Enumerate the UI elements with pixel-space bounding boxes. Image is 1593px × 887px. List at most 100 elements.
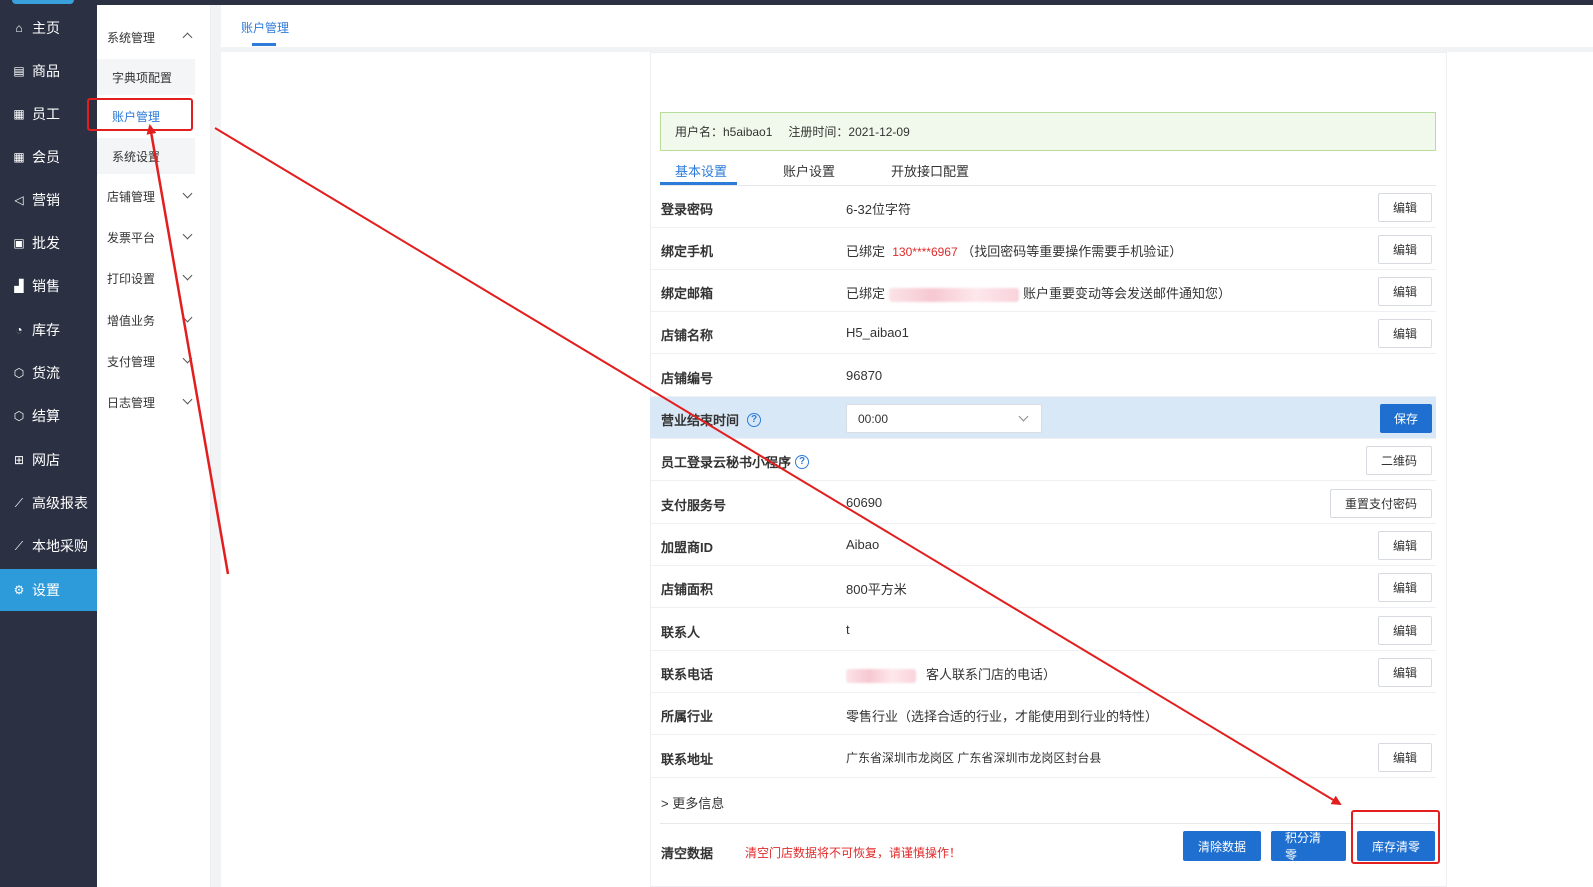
nav-item-logistics[interactable]: ⬡ 货流 <box>0 352 97 394</box>
contact-phone-hint: 客人联系门店的电话） <box>926 667 1057 682</box>
chevron-down-icon <box>182 229 193 240</box>
chevron-down-icon <box>182 270 193 281</box>
nav-item-wholesale[interactable]: ▣ 批发 <box>0 222 97 264</box>
account-info-bar: 用户名：h5aibao1 注册时间：2021-12-09 <box>660 112 1436 151</box>
nav-item-marketing[interactable]: ◁ 营销 <box>0 179 97 221</box>
tab-account-management[interactable]: 账户管理 <box>241 19 289 36</box>
nav-label: 货流 <box>32 365 60 381</box>
nav-label: 销售 <box>32 278 60 294</box>
tab-underline <box>660 182 737 185</box>
redacted-phone <box>846 668 916 683</box>
member-icon: ▦ <box>13 150 25 164</box>
row-shop-area: 店铺面积 800平方米 编辑 <box>650 566 1436 608</box>
submenu-item-dict-config[interactable]: 字典项配置 <box>97 59 195 95</box>
row-label: 所属行业 <box>661 709 714 724</box>
row-label: 员工登录云秘书小程序? <box>661 452 810 471</box>
row-label-text: 营业结束时间 <box>661 413 740 428</box>
nav-label: 批发 <box>32 235 60 251</box>
nav-item-webshop[interactable]: ⊞ 网店 <box>0 439 97 481</box>
row-value: 客人联系门店的电话） <box>846 664 1056 683</box>
tab-account-settings[interactable]: 账户设置 <box>783 161 835 180</box>
submenu-group-system[interactable]: 系统管理 <box>97 19 211 55</box>
clear-data-button[interactable]: 清除数据 <box>1183 831 1261 861</box>
row-value: 已绑定 账户重要变动等会发送邮件通知您） <box>846 283 1231 302</box>
nav-label: 主页 <box>32 20 60 36</box>
more-info-label: 更多信息 <box>672 796 725 811</box>
row-value: 60690 <box>846 495 883 510</box>
row-label-text: 员工登录云秘书小程序 <box>661 455 792 470</box>
nav-item-inventory[interactable]: ◔ 库存 <box>0 309 97 351</box>
nav-item-staff[interactable]: ▦ 员工 <box>0 93 97 135</box>
edit-password-button[interactable]: 编辑 <box>1377 193 1432 222</box>
save-close-time-button[interactable]: 保存 <box>1379 404 1432 433</box>
nav-item-reports[interactable]: ⟋ 高级报表 <box>0 482 97 524</box>
edit-phone-button[interactable]: 编辑 <box>1377 235 1432 264</box>
submenu-group-print[interactable]: 打印设置 <box>97 260 211 296</box>
tab-basic-settings[interactable]: 基本设置 <box>675 161 727 180</box>
submenu-item-system-settings[interactable]: 系统设置 <box>97 138 195 174</box>
edit-franchise-button[interactable]: 编辑 <box>1377 531 1432 560</box>
edit-area-button[interactable]: 编辑 <box>1377 573 1432 602</box>
nav-item-home[interactable]: ⌂ 主页 <box>0 7 97 49</box>
tab-underline <box>252 43 276 46</box>
nav-item-member[interactable]: ▦ 会员 <box>0 136 97 178</box>
edit-address-button[interactable]: 编辑 <box>1377 743 1432 772</box>
gear-icon: ⚙ <box>13 583 25 597</box>
submenu-item-account[interactable]: 账户管理 <box>97 98 195 134</box>
bind-status: 已绑定 <box>846 286 886 301</box>
clear-data-warning: 清空门店数据将不可恢复，请谨慎操作！ <box>745 846 962 860</box>
divider <box>660 823 1436 824</box>
help-icon[interactable]: ? <box>747 412 762 427</box>
nav-item-sales[interactable]: ▟ 销售 <box>0 265 97 307</box>
row-industry: 所属行业 零售行业（选择合适的行业，才能使用到行业的特性） <box>650 693 1436 735</box>
more-info-toggle[interactable]: > 更多信息 <box>661 793 724 812</box>
clear-points-button[interactable]: 积分清零 <box>1271 831 1346 862</box>
nav-item-settings[interactable]: ⚙ 设置 <box>0 569 97 611</box>
clear-stock-button[interactable]: 库存清零 <box>1357 831 1435 861</box>
help-icon[interactable]: ? <box>795 454 810 469</box>
nav-label: 员工 <box>32 106 60 122</box>
reset-pay-password-button[interactable]: 重置支付密码 <box>1329 489 1432 518</box>
submenu-group-shop[interactable]: 店铺管理 <box>97 178 211 214</box>
nav-item-purchase[interactable]: ⟋ 本地采购 <box>0 525 97 567</box>
chevron-down-icon <box>182 312 193 323</box>
nav-item-goods[interactable]: ▤ 商品 <box>0 50 97 92</box>
submenu-group-label: 增值业务 <box>107 313 156 328</box>
edit-contact-button[interactable]: 编辑 <box>1377 616 1432 645</box>
edit-shop-name-button[interactable]: 编辑 <box>1377 319 1432 348</box>
submenu-group-log[interactable]: 日志管理 <box>97 384 211 420</box>
row-mini-program: 员工登录云秘书小程序? 二维码 <box>650 439 1436 481</box>
row-label: 店铺面积 <box>661 582 714 597</box>
nav-label: 结算 <box>32 408 60 424</box>
submenu-group-payment[interactable]: 支付管理 <box>97 343 211 379</box>
submenu-item-label: 系统设置 <box>112 149 161 164</box>
app-root: ⌂ 主页 ▤ 商品 ▦ 员工 ▦ 会员 ◁ 营销 ▣ 批发 ▟ 销售 ◔ 库存 ⬡ 货流 ⬡ 结算 … <box>0 0 1593 887</box>
qr-code-button[interactable]: 二维码 <box>1365 446 1432 475</box>
chevron-right-icon: > <box>661 796 669 811</box>
row-bind-phone: 绑定手机 已绑定 130****6967 （找回密码等重要操作需要手机验证） 编… <box>650 228 1436 270</box>
edit-email-button[interactable]: 编辑 <box>1377 277 1432 306</box>
nav-label: 营销 <box>32 192 60 208</box>
row-value: 零售行业（选择合适的行业，才能使用到行业的特性） <box>846 709 1159 724</box>
row-label: 营业结束时间? <box>661 410 762 429</box>
tab-open-api[interactable]: 开放接口配置 <box>891 161 969 180</box>
logo <box>12 0 74 4</box>
submenu-group-value-added[interactable]: 增值业务 <box>97 302 211 338</box>
row-value: 广东省深圳市龙岗区 广东省深圳市龙岗区封台县 <box>846 751 1102 765</box>
chevron-down-icon <box>182 353 193 364</box>
row-payment-number: 支付服务号 60690 重置支付密码 <box>650 482 1436 524</box>
edit-contact-phone-button[interactable]: 编辑 <box>1377 658 1432 687</box>
submenu-group-invoice[interactable]: 发票平台 <box>97 219 211 255</box>
submenu-group-label: 发票平台 <box>107 230 156 245</box>
submenu-item-label: 字典项配置 <box>112 70 173 85</box>
clear-data-label: 清空数据 <box>661 846 714 861</box>
bar-chart-icon: ▟ <box>14 279 24 293</box>
close-time-select[interactable]: 00:00 <box>846 404 1042 433</box>
cube-icon: ⬡ <box>13 366 25 380</box>
submenu-item-label: 账户管理 <box>112 109 161 124</box>
row-close-time: 营业结束时间? 00:00 保存 <box>650 397 1436 439</box>
redacted-email <box>889 287 1020 302</box>
row-value: 已绑定 130****6967 （找回密码等重要操作需要手机验证） <box>846 241 1182 260</box>
row-value: H5_aibao1 <box>846 325 909 340</box>
nav-item-settlement[interactable]: ⬡ 结算 <box>0 395 97 437</box>
